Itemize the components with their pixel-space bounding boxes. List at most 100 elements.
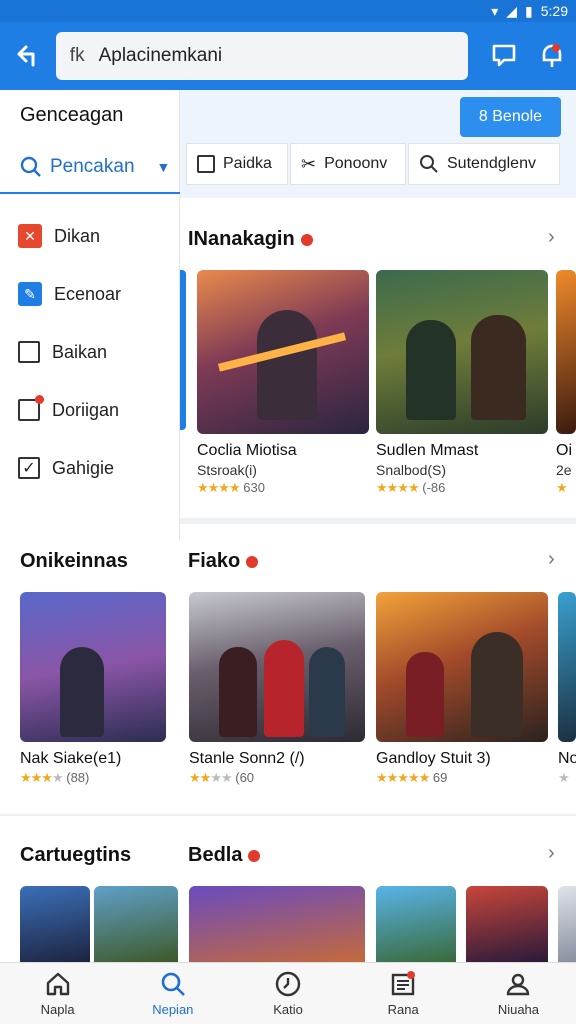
card-title: Coclia Miotisa: [197, 442, 297, 459]
sidebar-item-baikan[interactable]: Baikan: [18, 334, 168, 370]
game-thumbnail[interactable]: [20, 886, 90, 962]
chevron-right-icon[interactable]: ›: [548, 226, 555, 249]
game-thumbnail: [556, 270, 576, 434]
sidebar-title: Genceagan: [20, 104, 124, 126]
news-icon: [392, 971, 416, 996]
section-title: Cartuegtins: [20, 844, 131, 867]
game-thumbnail[interactable]: [94, 886, 178, 962]
filter-paidka[interactable]: Paidka: [186, 143, 288, 185]
sidebar-search-label: Pencakan: [50, 156, 135, 177]
rating-text: (88): [66, 770, 90, 785]
game-card[interactable]: Gandloy Stuit 3) ★★★★★ 69: [376, 592, 548, 786]
search-prefix: fk: [69, 45, 85, 66]
search-icon: [161, 972, 185, 996]
chevron-right-icon[interactable]: ›: [548, 548, 555, 571]
game-card-partial[interactable]: No ★: [558, 592, 576, 786]
sidebar-item-label: Doriigan: [52, 399, 120, 420]
section-title-text: Onikeinnas: [20, 550, 128, 572]
sidebar-item-gahigie[interactable]: ✓ Gahigie: [18, 450, 168, 486]
nav-label: Rana: [387, 1002, 419, 1017]
star-rating-icon: ★: [558, 770, 570, 785]
bell-icon: [542, 44, 562, 67]
wifi-icon: ▾: [491, 2, 499, 19]
flag-icon: ✕: [18, 224, 42, 248]
filter-ponoonv[interactable]: ✂ Ponoonv: [290, 143, 406, 185]
filter-sutendglenv[interactable]: Sutendglenv: [408, 143, 560, 185]
sidebar-item-dikan[interactable]: ✕ Dikan: [18, 218, 168, 254]
checkbox-icon: [197, 155, 215, 173]
game-thumbnail[interactable]: [466, 886, 548, 962]
star-rating-icon: ★★★★: [197, 480, 241, 495]
card-rating: ★★★★ 630: [197, 480, 369, 496]
box-icon: [18, 341, 40, 363]
battery-icon: ▮: [525, 2, 533, 19]
checkbox-icon: ✓: [18, 457, 40, 479]
nav-item-home[interactable]: Napla: [0, 963, 115, 1024]
game-thumbnail[interactable]: [376, 886, 456, 962]
sidebar-item-doriigan[interactable]: Doriigan: [18, 392, 168, 428]
hot-icon: [246, 555, 259, 568]
primary-button[interactable]: 8 Benole: [460, 97, 561, 137]
star-rating-icon: ★★★: [20, 770, 53, 785]
chat-button[interactable]: [480, 22, 528, 90]
game-thumbnail[interactable]: [189, 886, 365, 962]
game-card[interactable]: Nak Siake(e1) ★★★★ (88): [20, 592, 166, 786]
nav-label: Katio: [273, 1002, 303, 1017]
section-title: Bedla: [188, 844, 261, 867]
section-title: INanakagin: [188, 228, 313, 251]
card-title: Stanle Sonn2 (/): [189, 750, 305, 767]
section-title: Onikeinnas: [20, 550, 128, 573]
status-time: 5:29: [540, 3, 568, 19]
sidebar-item-label: Baikan: [52, 341, 108, 362]
edit-icon: ✎: [18, 282, 42, 306]
card-subtitle: Snalbod(S): [376, 462, 447, 478]
chevron-down-icon: ▼: [156, 159, 171, 175]
card-rating: ★★★★ (88): [20, 770, 90, 785]
nav-item-katio[interactable]: Katio: [230, 963, 345, 1024]
star-rating-icon: ★: [556, 480, 568, 495]
card-title: Gandloy Stuit 3): [376, 750, 491, 767]
notification-box-icon: [18, 395, 44, 421]
game-thumbnail[interactable]: [558, 886, 576, 962]
hot-icon: [300, 233, 313, 246]
sidebar-item-label: Gahigie: [52, 457, 115, 478]
game-thumbnail: [376, 270, 548, 434]
game-thumbnail: [558, 592, 576, 742]
search-icon: [420, 155, 438, 173]
section-title-text: Fiako: [188, 550, 241, 572]
chevron-right-icon[interactable]: ›: [548, 842, 555, 865]
section-divider: [180, 518, 576, 524]
game-thumbnail: [197, 270, 369, 434]
nav-item-search[interactable]: Nepian: [115, 963, 230, 1024]
card-title: Sudlen Mmast: [376, 442, 479, 459]
nav-label: Nepian: [152, 1002, 194, 1017]
card-title: No: [558, 750, 576, 767]
nav-item-rana[interactable]: Rana: [346, 963, 461, 1024]
sidebar-item-label: Ecenoar: [54, 283, 122, 304]
nav-item-profile[interactable]: Niuaha: [461, 963, 576, 1024]
card-subtitle: 2e: [556, 462, 572, 478]
search-input[interactable]: fk Aplacinemkani: [55, 32, 469, 80]
card-subtitle: Stsroak(i): [197, 462, 257, 478]
game-card-partial[interactable]: Oi 2e ★: [556, 270, 576, 496]
notifications-button[interactable]: [528, 22, 576, 90]
section-title-text: Bedla: [188, 844, 243, 866]
tools-icon: ✂: [301, 153, 317, 174]
star-rating-icon: ★★★★: [376, 480, 420, 495]
game-card[interactable]: Sudlen Mmast Snalbod(S) ★★★★ (-86: [376, 270, 548, 496]
card-title: Oi: [556, 442, 572, 459]
sidebar-item-ecenoar[interactable]: ✎ Ecenoar: [18, 276, 168, 312]
app-bar: fk Aplacinemkani: [0, 22, 576, 90]
section-divider: [0, 814, 576, 816]
star-rating-icon: ★★: [189, 770, 211, 785]
star-rating-icon: ★★★★★: [376, 770, 430, 785]
game-card[interactable]: Stanle Sonn2 (/) ★★★★ (60: [189, 592, 365, 786]
game-card[interactable]: Coclia Miotisa Stsroak(i) ★★★★ 630: [197, 270, 369, 496]
sidebar-search[interactable]: Pencakan ▼: [0, 142, 180, 194]
bottom-navigation: Napla Nepian Katio Rana Niuaha: [0, 962, 576, 1024]
section-title: Fiako: [188, 550, 259, 573]
back-button[interactable]: [0, 22, 56, 90]
nav-label: Napla: [40, 1002, 75, 1017]
rating-text: 69: [432, 770, 448, 785]
game-thumbnail: [376, 592, 548, 742]
